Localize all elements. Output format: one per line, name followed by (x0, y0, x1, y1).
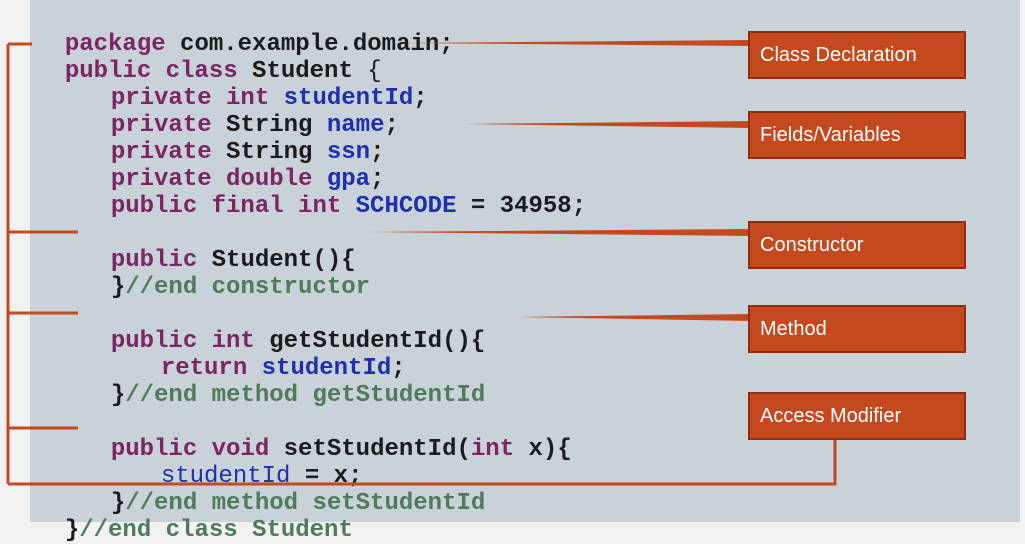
access-modifier-connector (8, 438, 837, 486)
label-fields-variables: Fields/Variables (748, 111, 966, 159)
fields-pointer (466, 121, 752, 128)
label-text: Method (760, 317, 827, 340)
label-text: Class Declaration (760, 43, 917, 66)
constructor-pointer (366, 229, 752, 236)
label-constructor: Constructor (748, 221, 966, 269)
label-class-declaration: Class Declaration (748, 31, 966, 79)
class-declaration-pointer (404, 40, 752, 46)
label-method: Method (748, 305, 966, 353)
label-text: Fields/Variables (760, 123, 901, 146)
label-text: Access Modifier (760, 404, 902, 427)
label-text: Constructor (760, 233, 864, 256)
label-access-modifier: Access Modifier (748, 392, 966, 440)
method-pointer (516, 314, 752, 321)
